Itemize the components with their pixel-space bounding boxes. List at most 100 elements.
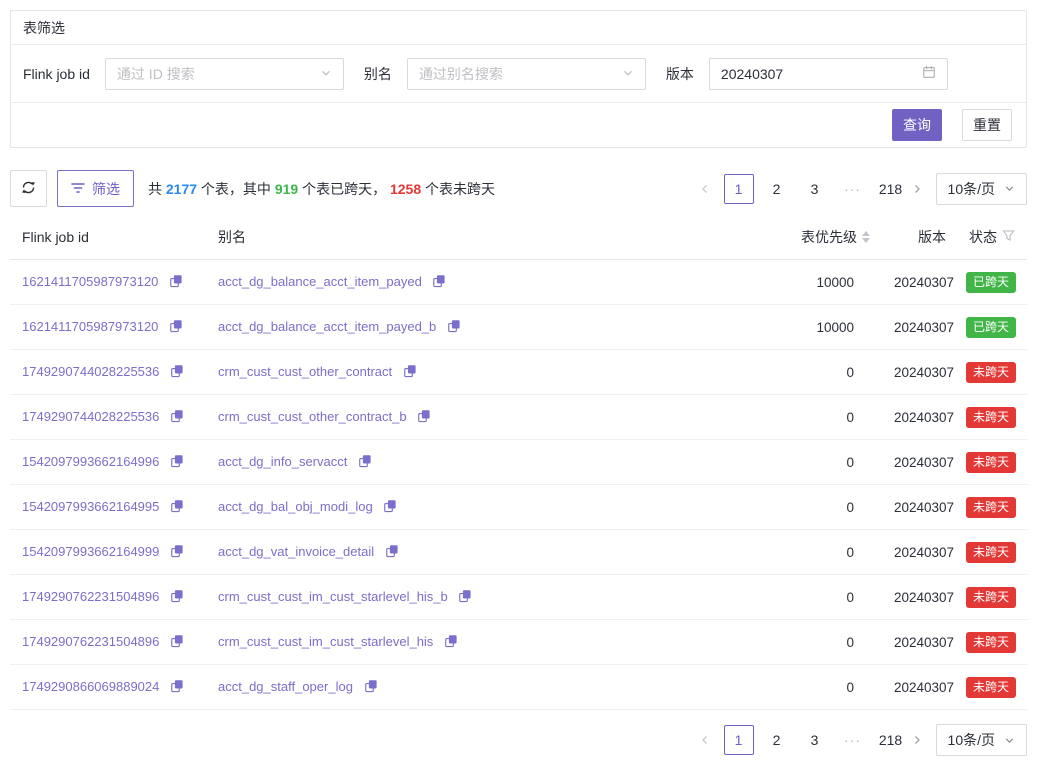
refresh-button[interactable] xyxy=(10,170,47,207)
status-badge: 已跨天 xyxy=(966,272,1016,293)
alias-link[interactable]: acct_dg_staff_oper_log xyxy=(218,679,353,694)
copy-icon[interactable] xyxy=(444,634,458,651)
cell-priority: 10000 xyxy=(768,305,882,350)
copy-icon[interactable] xyxy=(385,544,399,561)
alias-link[interactable]: crm_cust_cust_im_cust_starlevel_his xyxy=(218,634,433,649)
query-button[interactable]: 查询 xyxy=(892,109,942,141)
page-button-1[interactable]: 1 xyxy=(724,174,754,204)
cell-alias: crm_cust_cust_other_contract xyxy=(206,350,768,395)
next-page-button[interactable] xyxy=(906,725,928,755)
flink-job-id-link[interactable]: 1542097993662164999 xyxy=(22,544,159,559)
copy-icon[interactable] xyxy=(170,364,184,381)
flink-job-id-link[interactable]: 1749290762231504896 xyxy=(22,634,159,649)
flink-job-id-link[interactable]: 1621411705987973120 xyxy=(22,274,158,289)
copy-icon[interactable] xyxy=(170,409,184,426)
version-label: 版本 xyxy=(666,64,694,84)
copy-icon[interactable] xyxy=(432,274,446,291)
copy-icon[interactable] xyxy=(169,274,183,291)
status-badge: 已跨天 xyxy=(966,317,1016,338)
flink-job-id-select[interactable]: 通过 ID 搜索 xyxy=(105,58,344,90)
page-ellipsis: ··· xyxy=(838,725,868,755)
copy-icon[interactable] xyxy=(458,589,472,606)
copy-icon[interactable] xyxy=(170,679,184,696)
version-date-input[interactable]: 20240307 xyxy=(709,58,948,90)
copy-icon[interactable] xyxy=(364,679,378,696)
cell-flink-job-id: 1621411705987973120 xyxy=(10,305,206,350)
page-size-select[interactable]: 10条/页 xyxy=(936,724,1027,756)
refresh-icon xyxy=(21,180,36,198)
page-button-1[interactable]: 1 xyxy=(724,725,754,755)
stats-text: 个表已跨天， xyxy=(298,181,390,197)
cell-flink-job-id: 1542097993662164996 xyxy=(10,440,206,485)
prev-page-button[interactable] xyxy=(694,174,716,204)
status-badge: 未跨天 xyxy=(966,407,1016,428)
cell-version: 20240307 xyxy=(882,440,954,485)
cell-version: 20240307 xyxy=(882,485,954,530)
table-body: 1621411705987973120 acct_dg_balance_acct… xyxy=(10,260,1027,710)
toolbar: 筛选 共 2177 个表，其中 919 个表已跨天， 1258 个表未跨天 12… xyxy=(10,170,1027,207)
top-pagination: 123···21810条/页 xyxy=(694,173,1027,205)
cell-version: 20240307 xyxy=(882,305,954,350)
column-filter-icon[interactable] xyxy=(1002,229,1015,245)
alias-link[interactable]: acct_dg_bal_obj_modi_log xyxy=(218,499,373,514)
alias-link[interactable]: crm_cust_cust_im_cust_starlevel_his_b xyxy=(218,589,448,604)
copy-icon[interactable] xyxy=(170,499,184,516)
copy-icon[interactable] xyxy=(170,589,184,606)
page-button-3[interactable]: 3 xyxy=(800,725,830,755)
cell-alias: acct_dg_balance_acct_item_payed xyxy=(206,260,768,305)
table-row: 1749290744028225536 crm_cust_cust_other_… xyxy=(10,350,1027,395)
copy-icon[interactable] xyxy=(170,454,184,471)
sort-icon[interactable] xyxy=(862,231,870,243)
flink-job-id-link[interactable]: 1749290744028225536 xyxy=(22,409,159,424)
stats-uncrossed-count: 1258 xyxy=(390,181,421,197)
flink-job-id-link[interactable]: 1542097993662164995 xyxy=(22,499,159,514)
copy-icon[interactable] xyxy=(417,409,431,426)
page-button-218[interactable]: 218 xyxy=(876,725,906,755)
page-button-2[interactable]: 2 xyxy=(762,725,792,755)
cell-priority: 0 xyxy=(768,620,882,665)
column-header-alias: 别名 xyxy=(206,215,768,260)
copy-icon[interactable] xyxy=(170,634,184,651)
copy-icon[interactable] xyxy=(403,364,417,381)
flink-job-id-link[interactable]: 1542097993662164996 xyxy=(22,454,159,469)
next-page-button[interactable] xyxy=(906,174,928,204)
column-header-status: 状态 xyxy=(954,215,1027,260)
alias-link[interactable]: acct_dg_info_servacct xyxy=(218,454,347,469)
cell-version: 20240307 xyxy=(882,620,954,665)
alias-link[interactable]: crm_cust_cust_other_contract_b xyxy=(218,409,407,424)
page-button-218[interactable]: 218 xyxy=(876,174,906,204)
copy-icon[interactable] xyxy=(358,454,372,471)
cell-status: 未跨天 xyxy=(954,665,1027,710)
filter-button[interactable]: 筛选 xyxy=(57,170,134,207)
copy-icon[interactable] xyxy=(170,544,184,561)
alias-select[interactable]: 通过别名搜索 xyxy=(407,58,646,90)
prev-page-button[interactable] xyxy=(694,725,716,755)
tables-table: Flink job id 别名 表优先级 版本 状态 1621411705987… xyxy=(10,215,1027,710)
cell-version: 20240307 xyxy=(882,665,954,710)
cell-priority: 0 xyxy=(768,485,882,530)
chevron-down-icon xyxy=(1004,735,1015,746)
copy-icon[interactable] xyxy=(383,499,397,516)
priority-header-label: 表优先级 xyxy=(801,227,857,247)
alias-link[interactable]: crm_cust_cust_other_contract xyxy=(218,364,392,379)
reset-button[interactable]: 重置 xyxy=(962,109,1012,141)
copy-icon[interactable] xyxy=(447,319,461,336)
alias-link[interactable]: acct_dg_vat_invoice_detail xyxy=(218,544,374,559)
page-button-2[interactable]: 2 xyxy=(762,174,792,204)
cell-priority: 0 xyxy=(768,530,882,575)
version-value: 20240307 xyxy=(721,66,783,82)
page-size-label: 10条/页 xyxy=(948,179,995,199)
flink-job-id-link[interactable]: 1749290744028225536 xyxy=(22,364,159,379)
page-button-3[interactable]: 3 xyxy=(800,174,830,204)
flink-job-id-link[interactable]: 1749290762231504896 xyxy=(22,589,159,604)
alias-link[interactable]: acct_dg_balance_acct_item_payed xyxy=(218,274,422,289)
flink-job-id-link[interactable]: 1621411705987973120 xyxy=(22,319,158,334)
cell-version: 20240307 xyxy=(882,575,954,620)
cell-alias: acct_dg_bal_obj_modi_log xyxy=(206,485,768,530)
flink-job-id-link[interactable]: 1749290866069889024 xyxy=(22,679,159,694)
alias-link[interactable]: acct_dg_balance_acct_item_payed_b xyxy=(218,319,436,334)
cell-status: 已跨天 xyxy=(954,260,1027,305)
cell-version: 20240307 xyxy=(882,350,954,395)
copy-icon[interactable] xyxy=(169,319,183,336)
page-size-select[interactable]: 10条/页 xyxy=(936,173,1027,205)
